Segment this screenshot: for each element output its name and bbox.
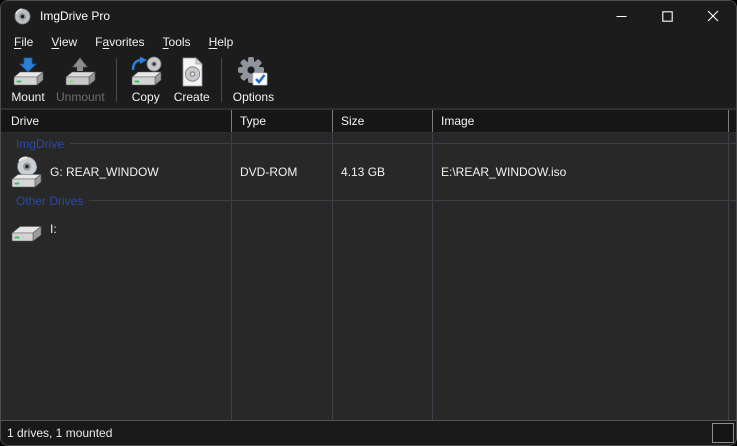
drive-row-i[interactable]: I: (1, 211, 736, 247)
column-header-filler (729, 110, 737, 132)
group-divider-line (70, 143, 736, 144)
group-label: Other Drives (16, 194, 83, 208)
maximize-icon (662, 11, 673, 22)
close-button[interactable] (690, 1, 736, 31)
column-header-drive[interactable]: Drive (1, 110, 232, 132)
column-header-image[interactable]: Image (433, 110, 729, 132)
unmount-label: Unmount (56, 91, 105, 104)
drive-size (333, 211, 433, 247)
window-title: ImgDrive Pro (40, 9, 110, 23)
menu-bar: File View Favorites Tools Help (1, 31, 736, 53)
maximize-button[interactable] (644, 1, 690, 31)
app-disc-icon (14, 8, 31, 25)
drive-with-disc-icon (9, 156, 43, 189)
drive-name: G: REAR_WINDOW (50, 165, 159, 179)
toolbar-separator (221, 58, 222, 102)
group-row-other-drives: Other Drives (1, 190, 736, 211)
minimize-icon (616, 11, 627, 22)
mount-button[interactable]: Mount (5, 54, 51, 106)
list-header: Drive Type Size Image (1, 110, 736, 133)
copy-icon (128, 56, 164, 90)
menu-tools[interactable]: Tools (154, 33, 200, 51)
options-gear-icon (235, 56, 271, 90)
menu-help[interactable]: Help (200, 33, 243, 51)
menu-favorites[interactable]: Favorites (86, 33, 153, 51)
drive-image-path (433, 211, 729, 247)
window-controls (598, 1, 736, 31)
unmount-button[interactable]: Unmount (51, 54, 110, 106)
menu-view[interactable]: View (42, 33, 86, 51)
app-window: ImgDrive Pro File View Favorites Tools H… (0, 0, 737, 446)
column-header-type[interactable]: Type (232, 110, 333, 132)
resize-grip[interactable] (712, 423, 734, 443)
title-bar: ImgDrive Pro (1, 1, 736, 31)
create-icon (175, 56, 209, 90)
group-row-imgdrive: ImgDrive (1, 133, 736, 154)
drive-image-path: E:\REAR_WINDOW.iso (433, 154, 729, 190)
drive-empty-icon (9, 213, 43, 246)
close-icon (707, 10, 719, 22)
toolbar: Mount Unmount (1, 53, 736, 110)
options-button[interactable]: Options (228, 54, 279, 106)
drive-type: DVD-ROM (232, 154, 333, 190)
group-label: ImgDrive (16, 137, 64, 151)
mount-icon (10, 56, 46, 90)
create-label: Create (174, 91, 210, 104)
menu-file[interactable]: File (5, 33, 42, 51)
copy-button[interactable]: Copy (123, 54, 169, 106)
drive-size: 4.13 GB (333, 154, 433, 190)
unmount-icon (62, 56, 98, 90)
group-divider-line (89, 200, 736, 201)
drive-name: I: (50, 222, 57, 236)
create-button[interactable]: Create (169, 54, 215, 106)
copy-label: Copy (132, 91, 160, 104)
drive-type (232, 211, 333, 247)
status-bar: 1 drives, 1 mounted (1, 421, 736, 445)
drive-row-g[interactable]: G: REAR_WINDOW DVD-ROM 4.13 GB E:\REAR_W… (1, 154, 736, 190)
mount-label: Mount (11, 91, 44, 104)
options-label: Options (233, 91, 274, 104)
minimize-button[interactable] (598, 1, 644, 31)
list-body: ImgDrive (1, 133, 736, 420)
column-header-size[interactable]: Size (333, 110, 433, 132)
toolbar-separator (116, 58, 117, 102)
status-text: 1 drives, 1 mounted (7, 426, 112, 440)
drive-list: Drive Type Size Image ImgDrive (1, 110, 736, 421)
